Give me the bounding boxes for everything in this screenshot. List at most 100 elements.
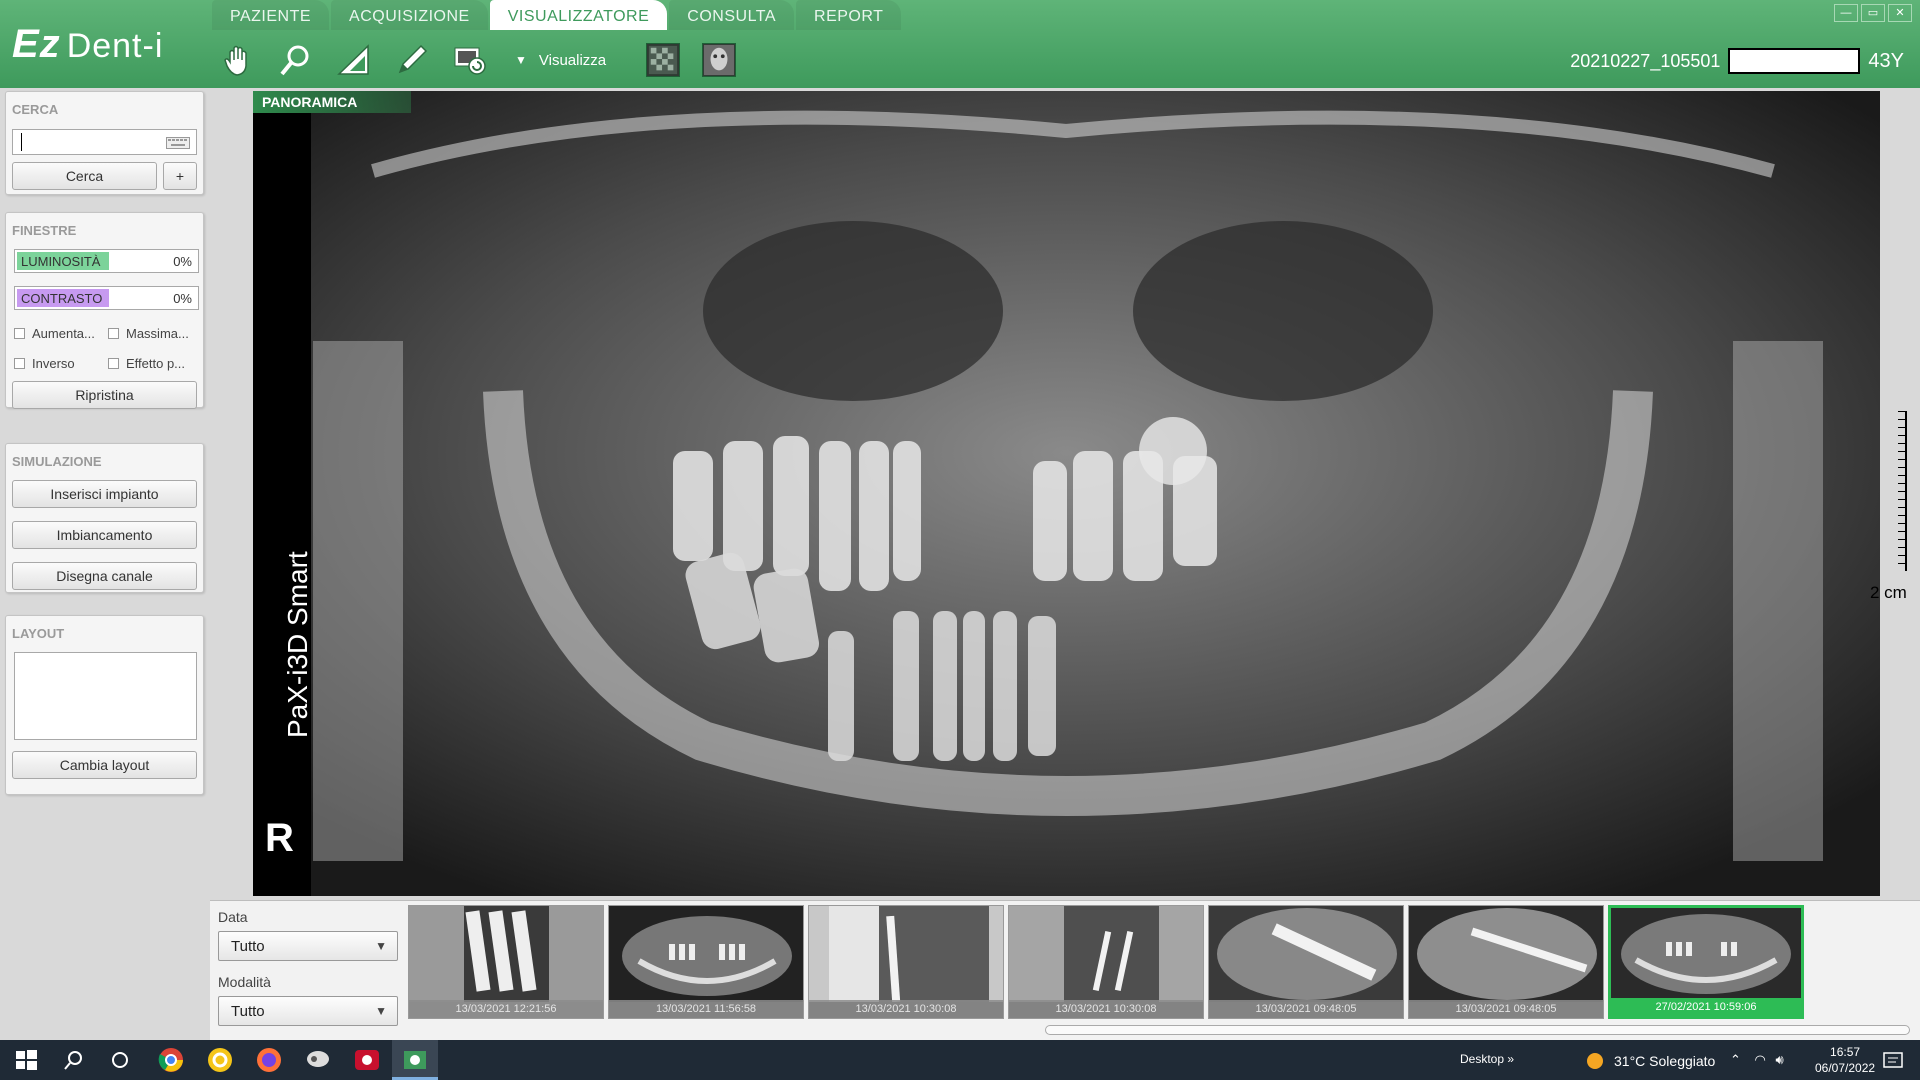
tab-paziente[interactable]: PAZIENTE xyxy=(212,0,330,30)
invert-checkbox[interactable]: Inverso xyxy=(14,356,75,371)
pencil-icon xyxy=(398,44,428,74)
search-input[interactable] xyxy=(12,129,197,155)
panoramic-thumb-selected xyxy=(1611,908,1801,998)
windows-taskbar: Desktop » 31°C Soleggiato ⌃ ◠ 🔊︎ 16:57 0… xyxy=(0,1040,1920,1080)
hand-icon xyxy=(224,45,247,76)
windows-start-icon[interactable] xyxy=(12,1046,40,1074)
minimize-button[interactable]: — xyxy=(1834,4,1858,22)
panoramic-thumb xyxy=(609,906,803,1002)
face-view-icon xyxy=(704,44,735,76)
mode-filter-select[interactable]: Tutto ▼ xyxy=(218,996,398,1026)
thumbnail-scrollbar[interactable] xyxy=(1045,1025,1910,1035)
search-panel: CERCA Cerca + xyxy=(5,91,204,195)
clock-date: 06/07/2022 xyxy=(1815,1061,1876,1075)
clock[interactable]: 16:57 06/07/2022 xyxy=(1815,1044,1875,1076)
maximize-button[interactable]: ▭ xyxy=(1861,4,1885,22)
insert-implant-button[interactable]: Inserisci impianto xyxy=(12,480,197,508)
change-layout-button[interactable]: Cambia layout xyxy=(12,751,197,779)
capture-tool-button[interactable] xyxy=(447,37,493,83)
viewer-toolbar: ▼ Visualizza xyxy=(215,36,758,84)
zygomatic-implant-thumb-2 xyxy=(1409,906,1603,1002)
draw-canal-button[interactable]: Disegna canale xyxy=(12,562,197,590)
app-icon[interactable] xyxy=(304,1046,332,1074)
thumbnail-item[interactable]: 13/03/2021 10:30:08 xyxy=(808,905,1004,1019)
tab-report[interactable]: REPORT xyxy=(796,0,902,30)
view-dropdown[interactable]: ▼ Visualizza xyxy=(515,52,606,69)
thumbnail-item-selected[interactable]: 27/02/2021 10:59:06 xyxy=(1608,905,1804,1019)
weather-widget[interactable]: 31°C Soleggiato xyxy=(1584,1050,1715,1072)
notification-icon[interactable] xyxy=(1882,1050,1904,1072)
clock-time: 16:57 xyxy=(1830,1045,1861,1059)
thumbnail-item[interactable]: 13/03/2021 12:21:56 xyxy=(408,905,604,1019)
logo-ez: Ez xyxy=(12,22,61,66)
contrast-value: 0% xyxy=(173,291,192,306)
app-window: Ez Dent-i PAZIENTE ACQUISIZIONE VISUALIZZ… xyxy=(0,0,1920,1080)
thumbnail-date: 13/03/2021 12:21:56 xyxy=(409,1000,603,1018)
zoom-icon xyxy=(280,45,309,76)
search-button[interactable]: Cerca xyxy=(12,162,157,190)
grid-view-icon xyxy=(649,45,678,75)
ezdent-icon xyxy=(404,1051,426,1069)
thumbnail-date: 13/03/2021 09:48:05 xyxy=(1209,1000,1403,1018)
volume-icon[interactable]: 🔊︎ xyxy=(1776,1052,1784,1067)
chrome-icon[interactable] xyxy=(157,1046,185,1074)
desktop-toolbar-label[interactable]: Desktop » xyxy=(1460,1052,1514,1066)
brightness-slider[interactable]: LUMINOSITÀ 0% xyxy=(14,249,199,273)
panoramic-xray-image[interactable] xyxy=(253,91,1880,896)
window-controls: — ▭ ✕ xyxy=(1831,4,1912,22)
logo-dent: Dent-i xyxy=(66,27,164,65)
image-viewer[interactable]: PANORAMICA PaX-i3D Smart R 2 cm xyxy=(210,88,1920,900)
thumbnail-item[interactable]: 13/03/2021 10:30:08 xyxy=(1008,905,1204,1019)
scale-label: 2 cm xyxy=(1870,583,1907,602)
keyboard-icon xyxy=(166,137,190,149)
draw-tool-button[interactable] xyxy=(389,37,435,83)
patient-id: 20210227_105501 xyxy=(1570,50,1721,71)
search-title: CERCA xyxy=(12,102,59,117)
thumbnail-item[interactable]: 13/03/2021 09:48:05 xyxy=(1408,905,1604,1019)
ezdent-taskbar-button[interactable] xyxy=(392,1040,438,1080)
add-search-button[interactable]: + xyxy=(163,162,197,190)
effect-checkbox[interactable]: Effetto p... xyxy=(108,356,185,371)
brightness-label: LUMINOSITÀ xyxy=(21,254,101,269)
enhance-checkbox[interactable]: Aumenta... xyxy=(14,326,95,341)
layout-title: LAYOUT xyxy=(12,626,65,641)
layout-preview[interactable] xyxy=(14,652,197,740)
top-bar: Ez Dent-i PAZIENTE ACQUISIZIONE VISUALIZZ… xyxy=(0,0,1920,88)
hand-tool-button[interactable] xyxy=(215,37,261,83)
left-sidebar: CERCA Cerca + FINESTRE LUMINOSITÀ 0% CON… xyxy=(0,88,210,1038)
reset-button[interactable]: Ripristina xyxy=(12,381,197,409)
capture-icon xyxy=(454,47,486,75)
tab-acquisizione[interactable]: ACQUISIZIONE xyxy=(331,0,488,30)
thumbnail-date: 13/03/2021 10:30:08 xyxy=(809,1000,1003,1018)
face-view-button[interactable] xyxy=(702,43,737,77)
firefox-icon[interactable] xyxy=(255,1046,283,1074)
wifi-icon[interactable]: ◠ xyxy=(1755,1052,1766,1067)
scale-ruler xyxy=(1893,411,1907,571)
date-filter-select[interactable]: Tutto ▼ xyxy=(218,931,398,961)
task-view-icon[interactable] xyxy=(106,1046,134,1074)
zoom-tool-button[interactable] xyxy=(273,37,319,83)
maximize-label: Massima... xyxy=(126,326,189,341)
contrast-label: CONTRASTO xyxy=(21,291,103,306)
measure-tool-button[interactable] xyxy=(331,37,377,83)
contrast-slider[interactable]: CONTRASTO 0% xyxy=(14,286,199,310)
tab-consulta[interactable]: CONSULTA xyxy=(669,0,795,30)
app-logo: Ez Dent-i xyxy=(12,22,163,67)
main-tabs: PAZIENTE ACQUISIZIONE VISUALIZZATORE CON… xyxy=(212,0,903,30)
browser-icon[interactable] xyxy=(206,1046,234,1074)
close-button[interactable]: ✕ xyxy=(1888,4,1912,22)
thumbnail-item[interactable]: 13/03/2021 11:56:58 xyxy=(608,905,804,1019)
date-filter-label: Data xyxy=(218,909,248,925)
thumbnail-item[interactable]: 13/03/2021 09:48:05 xyxy=(1208,905,1404,1019)
brightness-value: 0% xyxy=(173,254,192,269)
media-app-icon[interactable] xyxy=(353,1046,381,1074)
maximize-checkbox[interactable]: Massima... xyxy=(108,326,189,341)
search-icon[interactable] xyxy=(60,1046,88,1074)
chevron-down-icon: ▼ xyxy=(375,1004,387,1018)
tray-chevron-icon[interactable]: ⌃ xyxy=(1730,1052,1741,1067)
chevron-down-icon: ▼ xyxy=(375,939,387,953)
grid-view-button[interactable] xyxy=(646,43,681,77)
whitening-button[interactable]: Imbiancamento xyxy=(12,521,197,549)
tab-visualizzatore[interactable]: VISUALIZZATORE xyxy=(489,0,668,30)
implant-xray-thumb xyxy=(409,906,603,1002)
